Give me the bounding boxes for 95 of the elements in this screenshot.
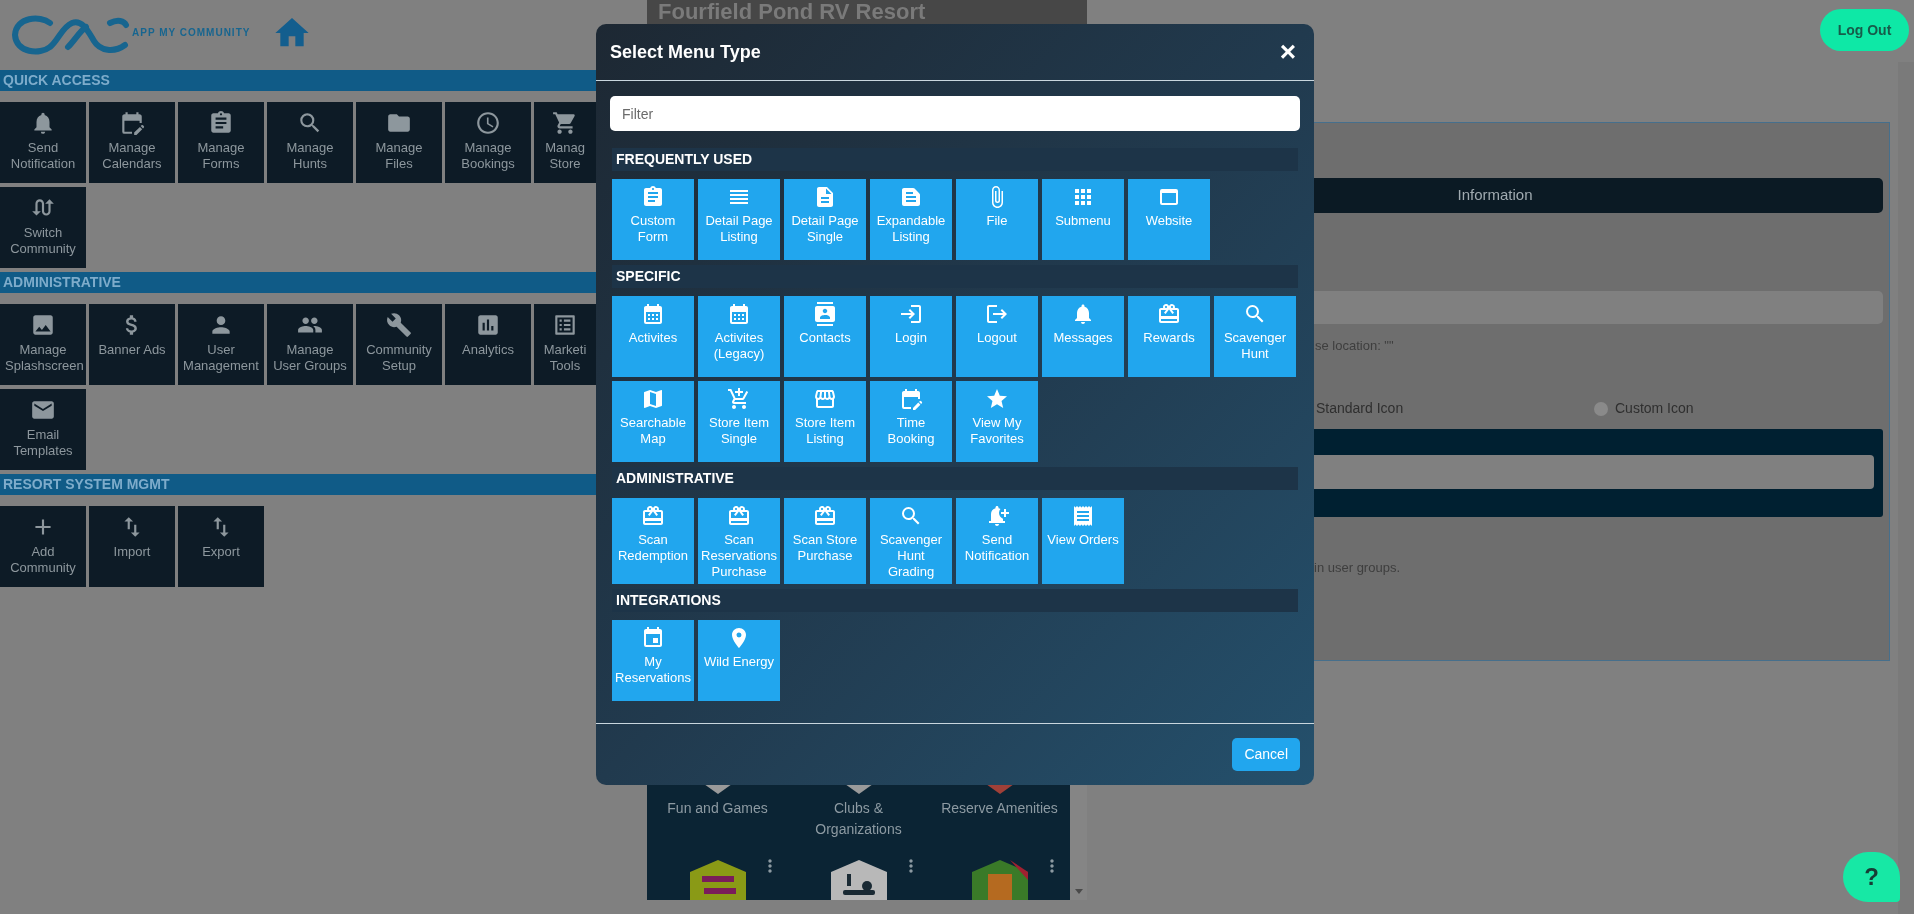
tile-button[interactable]: Manage Bookings [445, 102, 531, 183]
menu-type-tile[interactable]: Time Booking [870, 381, 952, 462]
cart-add-icon [727, 387, 751, 411]
logo-text: APP MY COMMUNITY [132, 25, 251, 40]
document-icon [899, 185, 923, 209]
tile-button[interactable]: Email Templates [0, 389, 86, 470]
hexagon-icon [689, 860, 746, 900]
tile-button[interactable]: Manag Store [534, 102, 596, 183]
menu-type-tile[interactable]: Store Item Single [698, 381, 780, 462]
tile-button[interactable]: Switch Community [0, 187, 86, 268]
menu-type-tile[interactable]: Activites [612, 296, 694, 377]
tile-button[interactable]: Add Community [0, 506, 86, 587]
login-icon [899, 302, 923, 326]
store-icon [813, 387, 837, 411]
tile-button[interactable]: Import [89, 506, 175, 587]
menu-type-tile[interactable]: Wild Energy [698, 620, 780, 701]
receipt-icon [1071, 504, 1095, 528]
tile-button[interactable]: Manage Splashscreen [0, 304, 86, 385]
star-icon [985, 387, 1009, 411]
preview-item-label[interactable]: Clubs & Organizations [788, 798, 929, 846]
contact-card-icon [813, 302, 837, 326]
menu-type-tile[interactable]: Scavenger Hunt Grading [870, 498, 952, 584]
logout-button[interactable]: Log Out [1820, 9, 1909, 51]
close-button[interactable]: × [1276, 38, 1300, 66]
menu-type-tile[interactable]: Website [1128, 179, 1210, 260]
calendar-icon [641, 302, 665, 326]
tile-button[interactable]: Manage Files [356, 102, 442, 183]
gift-icon [813, 504, 837, 528]
menu-type-tile[interactable]: Rewards [1128, 296, 1210, 377]
menu-type-tile[interactable]: Expandable Listing [870, 179, 952, 260]
tile-button[interactable]: Manage User Groups [267, 304, 353, 385]
radio-label: Custom Icon [1615, 399, 1694, 418]
map-icon [641, 387, 665, 411]
section-header: FREQUENTLY USED [612, 148, 1298, 171]
tile-button[interactable]: Marketi Tools [534, 304, 596, 385]
hexagon-icon [971, 860, 1028, 900]
menu-type-tile[interactable]: Scan Store Purchase [784, 498, 866, 584]
cart-icon [552, 110, 578, 136]
chart-icon [475, 312, 501, 338]
calendar-icon [641, 626, 665, 650]
menu-type-tile[interactable]: Scan Reservations Purchase [698, 498, 780, 584]
section-header: SPECIFIC [612, 265, 1298, 288]
menu-type-tile[interactable]: Scavenger Hunt [1214, 296, 1296, 377]
filter-field[interactable]: Filter [610, 96, 1300, 131]
gift-icon [1157, 302, 1181, 326]
menu-type-tile[interactable]: View My Favorites [956, 381, 1038, 462]
tile-button[interactable]: Manage Hunts [267, 102, 353, 183]
tile-button[interactable]: Manage Calendars [89, 102, 175, 183]
scroll-down-icon[interactable] [1074, 889, 1083, 894]
menu-type-tile[interactable]: Submenu [1042, 179, 1124, 260]
menu-type-tile[interactable]: View Orders [1042, 498, 1124, 584]
menu-type-tile[interactable]: Login [870, 296, 952, 377]
menu-type-tile[interactable]: Contacts [784, 296, 866, 377]
gift-icon [641, 504, 665, 528]
cancel-button[interactable]: Cancel [1232, 738, 1300, 771]
clipboard-icon [208, 110, 234, 136]
logo-icon [10, 13, 130, 57]
tile-button[interactable]: Manage Forms [178, 102, 264, 183]
tile-button[interactable]: Banner Ads [89, 304, 175, 385]
menu-type-tile[interactable]: Detail Page Listing [698, 179, 780, 260]
tile-button[interactable]: Send Notification [0, 102, 86, 183]
menu-type-tile[interactable]: Logout [956, 296, 1038, 377]
help-button[interactable]: ? [1843, 852, 1900, 902]
calendar-edit-icon [119, 110, 145, 136]
menu-type-tile[interactable]: Detail Page Single [784, 179, 866, 260]
gift-icon [727, 504, 751, 528]
hexagon-icon [830, 860, 887, 900]
wrench-icon [386, 312, 412, 338]
menu-type-tile[interactable]: Send Notification [956, 498, 1038, 584]
menu-type-tile[interactable]: File [956, 179, 1038, 260]
menu-type-tile[interactable]: Messages [1042, 296, 1124, 377]
logout-icon [985, 302, 1009, 326]
image-icon [30, 312, 56, 338]
section-header: ADMINISTRATIVE [612, 467, 1298, 490]
menu-type-tile[interactable]: Activites (Legacy) [698, 296, 780, 377]
clock-icon [475, 110, 501, 136]
tile-button[interactable]: Analytics [445, 304, 531, 385]
radio-label: Standard Icon [1316, 399, 1404, 418]
tile-button[interactable]: Community Setup [356, 304, 442, 385]
menu-type-tile[interactable]: Store Item Listing [784, 381, 866, 462]
calendar-edit-icon [899, 387, 923, 411]
preview-item-label[interactable]: Reserve Amenities [935, 798, 1064, 846]
list-icon [552, 312, 578, 338]
menu-type-tile[interactable]: Searchable Map [612, 381, 694, 462]
dialog-title: Select Menu Type [610, 40, 761, 64]
menu-type-tile[interactable]: Scan Redemption [612, 498, 694, 584]
tile-button[interactable]: Export [178, 506, 264, 587]
menu-type-tile[interactable]: My Reservations [612, 620, 694, 701]
preview-item-label[interactable]: Fun and Games [661, 798, 774, 846]
calendar-icon [727, 302, 751, 326]
radio-button[interactable] [1594, 401, 1608, 416]
section-header: INTEGRATIONS [612, 589, 1298, 612]
menu-type-tile[interactable]: Custom Form [612, 179, 694, 260]
clipboard-icon [641, 185, 665, 209]
tile-button[interactable]: User Management [178, 304, 264, 385]
